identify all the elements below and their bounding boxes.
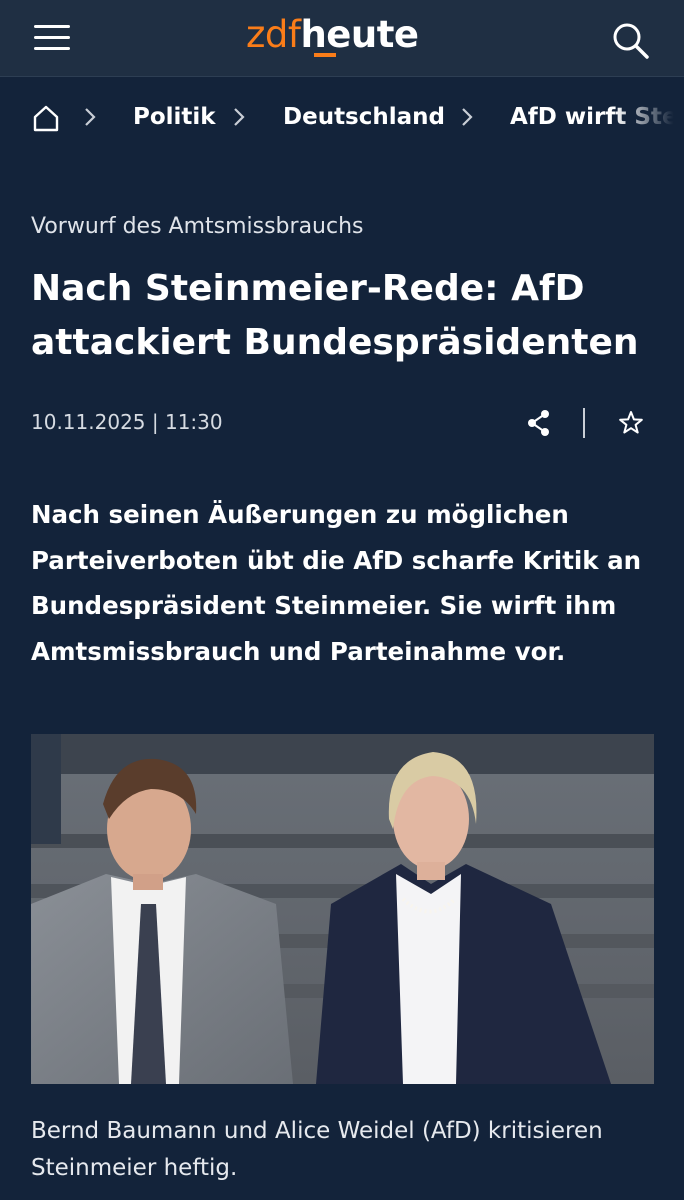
hamburger-menu-icon[interactable] [34,22,72,54]
chevron-right-icon [461,107,473,127]
chevron-right-icon [84,107,96,127]
logo-underline [314,53,336,57]
image-caption: Bernd Baumann und Alice Weidel (AfD) kri… [31,1118,603,1181]
chevron-right-icon [233,107,245,127]
breadcrumb-item-politik[interactable]: Politik [133,102,216,132]
article-time: 11:30 [164,410,223,434]
search-icon[interactable] [610,20,652,60]
logo-prefix: zdf [246,13,301,56]
home-icon[interactable] [32,104,60,132]
breadcrumb-item-deutschland[interactable]: Deutschland [283,102,445,132]
article-meta: 10.11.2025 | 11:30 [31,404,223,440]
top-navigation-bar: zdfheute [0,0,684,77]
breadcrumb-fade [614,90,684,146]
breadcrumb: Politik Deutschland AfD wirft Stei [0,90,684,146]
article-kicker: Vorwurf des Amtsmissbrauchs [31,214,364,239]
meta-separator: | [145,410,165,434]
article-headline: Nach Steinmeier-Rede: AfD attackiert Bun… [31,268,639,363]
star-icon[interactable] [614,406,648,440]
article-photo[interactable] [31,734,654,1084]
article-lead: Nach seinen Äußerungen zu möglichen Part… [31,500,642,666]
logo-main: heute [300,13,419,56]
article-date: 10.11.2025 [31,410,146,434]
meta-divider [583,408,585,438]
share-icon[interactable] [522,406,556,440]
